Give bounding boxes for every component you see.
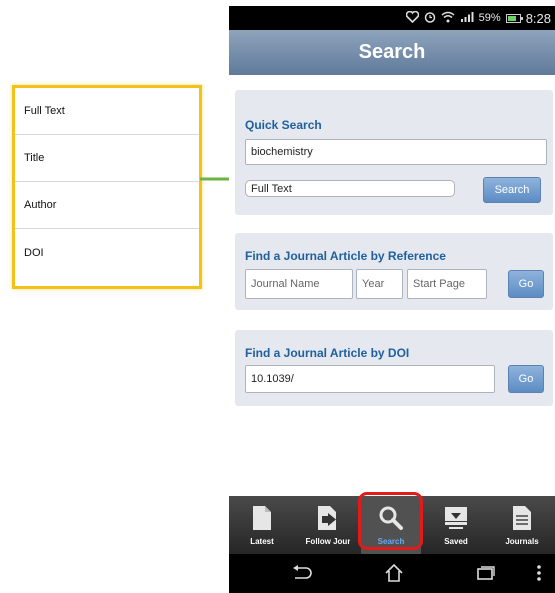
tab-follow-journal[interactable]: Follow Jour — [295, 496, 361, 554]
tab-latest[interactable]: Latest — [229, 496, 295, 554]
tab-label: Follow Jour — [305, 537, 351, 546]
quick-search-title: Quick Search — [245, 118, 322, 132]
back-icon[interactable] — [289, 562, 315, 584]
quick-search-card: Quick Search biochemistry Full Text Sear… — [235, 90, 553, 215]
search-button[interactable]: Search — [483, 177, 541, 203]
tab-label: Saved — [444, 537, 468, 546]
follow-journal-icon — [316, 504, 340, 532]
overflow-menu-icon[interactable] — [531, 562, 547, 584]
doi-search-card: Find a Journal Article by DOI 10.1039/ G… — [235, 330, 553, 406]
page-title: Search — [229, 30, 555, 75]
status-bar: 59% 8:28 — [229, 6, 555, 30]
search-icon — [378, 504, 404, 532]
bottom-tab-bar: Latest Follow Jour Search Saved Journals — [229, 496, 555, 554]
reference-search-card: Find a Journal Article by Reference Jour… — [235, 233, 553, 310]
search-content: Quick Search biochemistry Full Text Sear… — [229, 75, 555, 496]
document-icon — [251, 504, 273, 532]
phone-screen: 59% 8:28 Search Quick Search biochemistr… — [229, 6, 555, 593]
year-input[interactable]: Year — [356, 269, 403, 299]
signal-strength-icon — [460, 11, 474, 26]
tab-label: Journals — [505, 537, 539, 546]
reference-go-button[interactable]: Go — [508, 270, 544, 298]
clock-time: 8:28 — [525, 10, 551, 26]
recent-apps-icon[interactable] — [473, 562, 499, 584]
saved-tray-icon — [443, 504, 469, 532]
home-icon[interactable] — [381, 562, 407, 584]
doi-go-button[interactable]: Go — [508, 365, 544, 393]
start-page-input[interactable]: Start Page — [407, 269, 487, 299]
dropdown-option-author[interactable]: Author — [15, 182, 199, 229]
system-navigation-bar — [229, 554, 555, 593]
tab-journals[interactable]: Journals — [489, 496, 555, 554]
reference-search-title: Find a Journal Article by Reference — [245, 249, 446, 263]
battery-icon — [505, 13, 523, 23]
alarm-clock-icon — [424, 11, 436, 26]
notification-heart-icon — [405, 10, 419, 26]
dropdown-option-full-text[interactable]: Full Text — [15, 88, 199, 135]
journal-name-input[interactable]: Journal Name — [245, 269, 353, 299]
journals-icon — [511, 504, 533, 532]
tab-label: Search — [377, 537, 405, 546]
search-scope-select[interactable]: Full Text — [245, 180, 455, 197]
doi-input[interactable]: 10.1039/ — [245, 365, 495, 393]
tab-label: Latest — [250, 537, 274, 546]
tab-saved[interactable]: Saved — [425, 496, 487, 554]
battery-percent: 59% — [478, 12, 501, 24]
dropdown-option-doi[interactable]: DOI — [15, 229, 199, 276]
wifi-icon — [441, 11, 455, 26]
doi-search-title: Find a Journal Article by DOI — [245, 346, 410, 360]
tab-search[interactable]: Search — [361, 496, 421, 554]
quick-search-input[interactable]: biochemistry — [245, 139, 547, 165]
dropdown-option-title[interactable]: Title — [15, 135, 199, 182]
search-scope-dropdown-callout: Full Text Title Author DOI — [12, 85, 202, 289]
